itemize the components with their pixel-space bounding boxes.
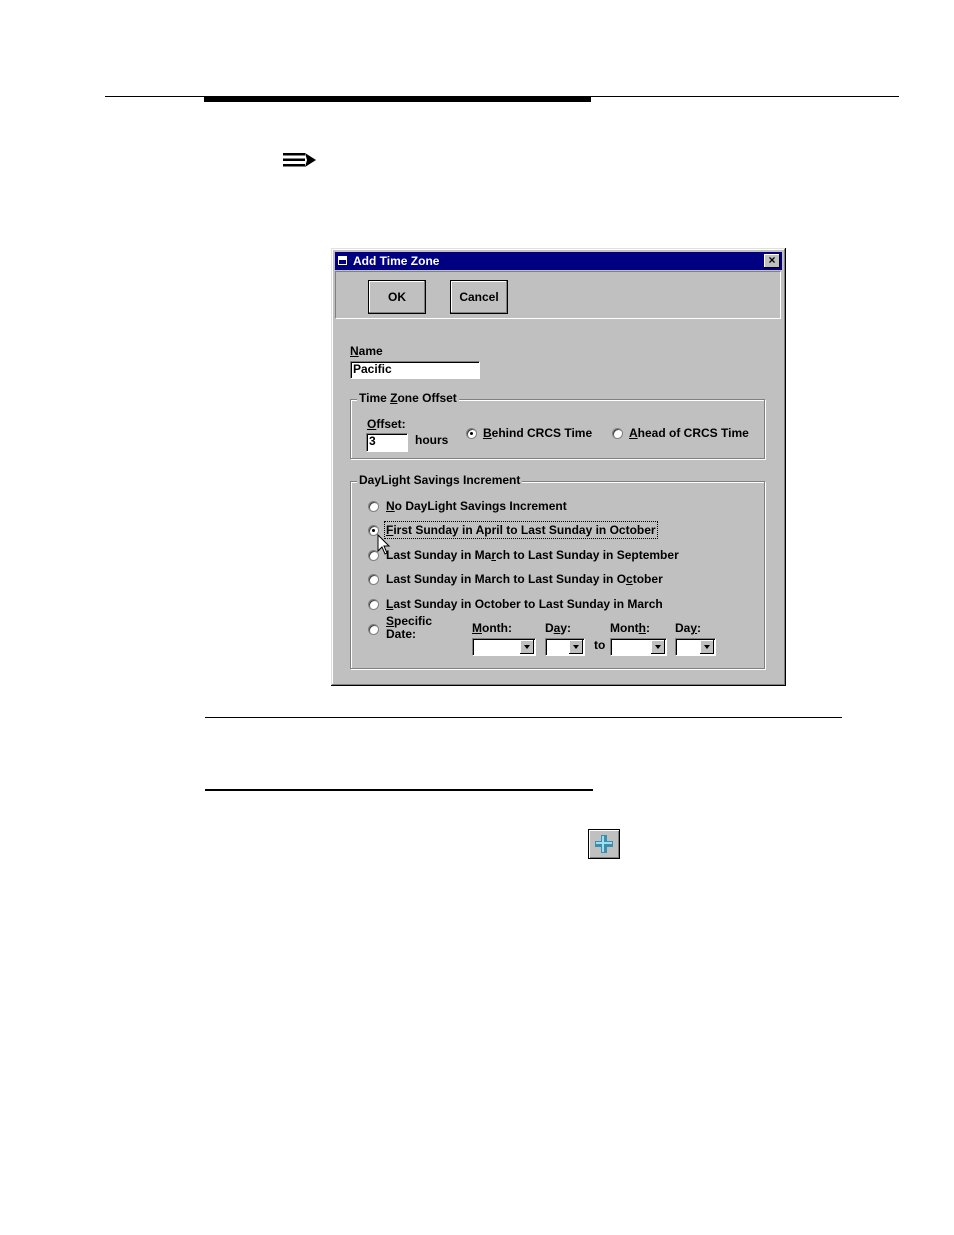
- name-input[interactable]: Pacific: [350, 361, 480, 379]
- ok-button[interactable]: OK: [368, 280, 426, 314]
- ahead-crcs-label[interactable]: Ahead of CRCS Time: [629, 426, 749, 440]
- dialog-titlebar[interactable]: Add Time Zone ×: [335, 252, 782, 270]
- dst-option-label[interactable]: Last Sunday in March to Last Sunday in O…: [386, 572, 663, 586]
- dst-option-label[interactable]: Last Sunday in March to Last Sunday in S…: [386, 548, 679, 562]
- close-icon[interactable]: ×: [764, 254, 780, 268]
- chevron-down-icon[interactable]: [520, 640, 534, 654]
- dialog-title: Add Time Zone: [353, 254, 440, 268]
- header-rule-thick: [204, 96, 591, 102]
- chevron-down-icon[interactable]: [569, 640, 583, 654]
- offset-label: Offset:: [367, 417, 406, 431]
- dst-option-label[interactable]: First Sunday in April to Last Sunday in …: [384, 521, 658, 539]
- to-label: to: [594, 638, 606, 652]
- plus-glyph: [595, 835, 613, 853]
- add-plus-icon: [588, 829, 620, 859]
- offset-input[interactable]: 3: [366, 433, 408, 452]
- ahead-crcs-radio[interactable]: [612, 428, 623, 439]
- behind-crcs-label[interactable]: Behind CRCS Time: [483, 426, 592, 440]
- end-month-select[interactable]: [610, 638, 667, 656]
- end-month-label: Month:: [610, 621, 650, 635]
- dialog-toolbar: OK Cancel: [335, 271, 781, 319]
- end-day-label: Day:: [675, 621, 702, 635]
- chevron-down-icon[interactable]: [700, 640, 714, 654]
- window-icon: [338, 256, 347, 265]
- start-day-select[interactable]: [545, 638, 585, 656]
- specific-date-label[interactable]: Specific Date:: [386, 615, 432, 641]
- dst-option-label[interactable]: No DayLight Savings Increment: [386, 499, 567, 513]
- hours-label: hours: [415, 433, 449, 447]
- section-rule: [205, 717, 842, 718]
- start-month-label: Month:: [472, 621, 512, 635]
- specific-date-radio[interactable]: [368, 624, 379, 635]
- dst-option-radio[interactable]: [368, 501, 379, 512]
- daylight-savings-title: DayLight Savings Increment: [357, 473, 523, 487]
- start-month-select[interactable]: [472, 638, 536, 656]
- behind-crcs-radio[interactable]: [466, 428, 477, 439]
- heading-rule: [205, 789, 593, 791]
- note-arrow-icon: [283, 153, 316, 167]
- time-zone-offset-title: Time Zone Offset: [357, 391, 459, 405]
- cancel-button[interactable]: Cancel: [450, 280, 508, 314]
- chevron-down-icon[interactable]: [651, 640, 665, 654]
- name-label: Name: [350, 344, 383, 358]
- start-day-label: Day:: [545, 621, 572, 635]
- end-day-select[interactable]: [675, 638, 716, 656]
- mouse-cursor-icon: [377, 534, 391, 555]
- dst-option-radio[interactable]: [368, 574, 379, 585]
- add-time-zone-dialog: Add Time Zone × OK Cancel Name Pacific T…: [331, 248, 786, 686]
- dst-option-label[interactable]: Last Sunday in October to Last Sunday in…: [386, 597, 663, 611]
- dst-option-radio[interactable]: [368, 599, 379, 610]
